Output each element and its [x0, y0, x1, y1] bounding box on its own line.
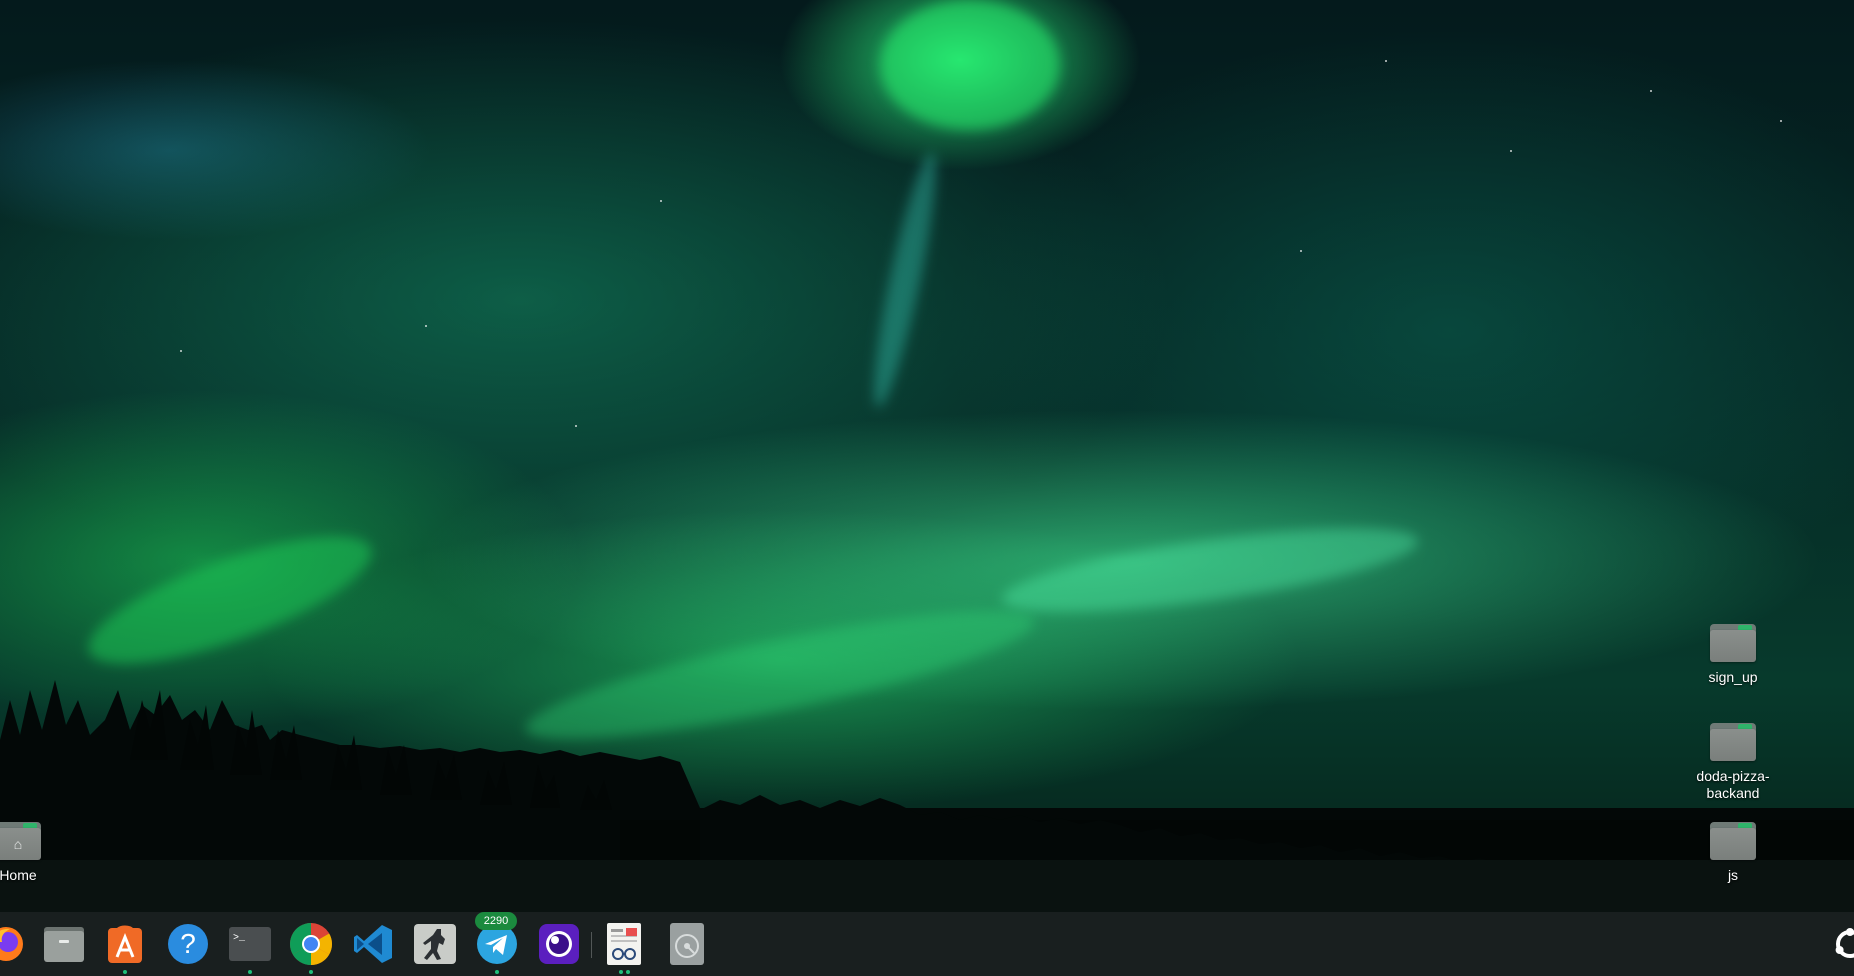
star [425, 325, 427, 327]
running-indicator [600, 970, 648, 974]
help-icon: ? [168, 924, 208, 964]
vscode-icon [354, 925, 392, 963]
star [1780, 120, 1782, 122]
dock-item-files[interactable] [40, 920, 88, 968]
document-viewer-icon [607, 923, 641, 965]
aurora-glow [518, 586, 1042, 764]
running-indicator [226, 970, 274, 974]
aurora-glow [880, 0, 1060, 130]
folder-label: sign_up [1708, 669, 1758, 685]
desktop-background[interactable]: sign_up doda-pizza-backand js ⌂ Home ? >… [0, 0, 1854, 976]
running-indicator [101, 970, 149, 974]
star [1650, 90, 1652, 92]
files-icon [44, 927, 84, 962]
desktop-folder-sign-up[interactable]: sign_up [1685, 624, 1781, 686]
folder-icon [1710, 822, 1756, 860]
running-indicator [473, 970, 521, 974]
desktop-folder-js[interactable]: js [1685, 822, 1781, 884]
chrome-icon [289, 923, 333, 965]
aurora-glow [863, 149, 947, 411]
star [180, 350, 182, 352]
folder-label: doda-pizza-backand [1696, 768, 1770, 801]
star [1510, 150, 1512, 152]
dock-item-vscode[interactable] [349, 920, 397, 968]
dock-item-tor-browser[interactable] [535, 920, 583, 968]
dock-item-document-viewer[interactable] [600, 920, 648, 974]
dock-item-terminal[interactable]: >_ [226, 920, 274, 974]
folder-label: Home [0, 867, 37, 883]
firefox-icon [0, 927, 23, 961]
dock-item-disk-utility[interactable] [663, 920, 711, 968]
desktop-home-folder[interactable]: ⌂ Home [0, 822, 66, 884]
dock-item-help[interactable]: ? [164, 920, 212, 968]
star [1300, 250, 1302, 252]
dock-item-firefox[interactable] [0, 920, 30, 968]
star [1385, 60, 1387, 62]
game-icon [414, 924, 456, 964]
show-applications-button[interactable] [1826, 920, 1854, 968]
folder-label: js [1727, 867, 1739, 883]
folder-icon [1710, 723, 1756, 761]
svg-text:?: ? [180, 928, 196, 959]
software-center-icon [108, 925, 142, 963]
ubuntu-logo-icon [1835, 928, 1854, 958]
dock-item-software-center[interactable] [101, 920, 149, 974]
tor-browser-icon [539, 924, 579, 964]
unread-count-badge: 2290 [475, 912, 517, 930]
home-folder-icon: ⌂ [0, 822, 41, 860]
terminal-icon: >_ [229, 927, 271, 961]
desktop-folder-doda-pizza-backand[interactable]: doda-pizza-backand [1685, 723, 1781, 802]
folder-icon [1710, 624, 1756, 662]
star [575, 425, 577, 427]
dock-item-chrome[interactable] [287, 920, 335, 974]
aurora-glow [75, 511, 385, 689]
forest-silhouette [0, 680, 1854, 976]
running-indicator [287, 970, 335, 974]
star [660, 200, 662, 202]
dock: ? >_ 2290 [0, 912, 1854, 976]
disk-utility-icon [670, 923, 704, 965]
dock-separator [591, 932, 592, 958]
dock-item-game[interactable] [411, 920, 459, 968]
svg-text:>_: >_ [233, 933, 246, 944]
aurora-glow [997, 511, 1423, 629]
dock-item-telegram[interactable]: 2290 [473, 912, 521, 974]
